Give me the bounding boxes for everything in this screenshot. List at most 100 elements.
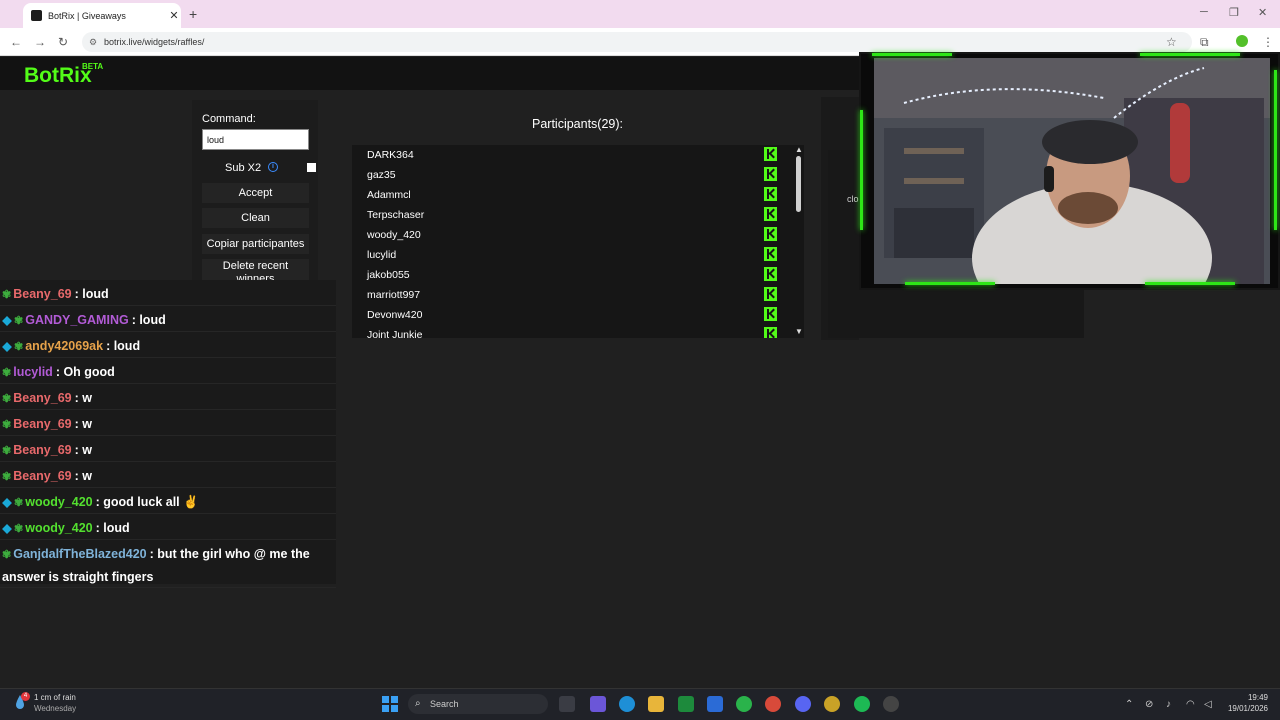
clock-time[interactable]: 19:49 bbox=[1236, 693, 1268, 702]
close-window-icon[interactable]: ✕ bbox=[1258, 6, 1267, 19]
start-windows-icon[interactable] bbox=[382, 696, 398, 712]
site-info-icon[interactable]: ⚙ bbox=[89, 32, 97, 52]
profile-avatar[interactable] bbox=[1236, 35, 1248, 47]
webcam-glow bbox=[860, 110, 863, 230]
new-tab-icon[interactable]: + bbox=[189, 6, 197, 22]
task-view-icon[interactable] bbox=[559, 696, 575, 712]
chat-overlay: ✾ Beany_69: loud ✾ GANDY_GAMING: loud ✾ andy4… bbox=[0, 280, 336, 588]
participant-row: marriott997 bbox=[352, 285, 782, 305]
kick-icon bbox=[764, 227, 777, 241]
leaf-badge-icon: ✾ bbox=[14, 496, 24, 509]
chat-username[interactable]: lucylid bbox=[13, 365, 53, 379]
copilot-icon[interactable] bbox=[590, 696, 606, 712]
clock-date[interactable]: 19/01/2026 bbox=[1222, 704, 1268, 713]
chrome-icon[interactable] bbox=[765, 696, 781, 712]
file-explorer-icon[interactable] bbox=[648, 696, 664, 712]
kick-icon bbox=[764, 247, 777, 261]
minimize-icon[interactable]: ─ bbox=[1200, 6, 1208, 18]
sub-x2-checkbox[interactable] bbox=[307, 163, 316, 172]
screen: BotRix | Giveaways ✕ + ─ ❐ ✕ ← → ↻ ⚙ bot… bbox=[0, 0, 1280, 720]
excel-icon[interactable] bbox=[678, 696, 694, 712]
chat-username[interactable]: Beany_69 bbox=[13, 287, 71, 301]
chat-message: ✾ Beany_69: w bbox=[0, 462, 336, 488]
chat-username[interactable]: Beany_69 bbox=[13, 443, 71, 457]
sub-x2-label: Sub X2 bbox=[225, 162, 262, 174]
weather-text[interactable]: 1 cm of rain bbox=[34, 693, 76, 702]
edge-icon[interactable] bbox=[619, 696, 635, 712]
scroll-down-arrow-icon[interactable]: ▼ bbox=[795, 327, 803, 336]
participant-row: gaz35 bbox=[352, 165, 782, 185]
participant-name: gaz35 bbox=[367, 169, 396, 181]
bookmark-star-icon[interactable]: ☆ bbox=[1166, 35, 1177, 49]
extensions-icon[interactable]: ⧉ bbox=[1200, 35, 1209, 50]
chat-username[interactable]: Beany_69 bbox=[13, 417, 71, 431]
chat-text: : loud bbox=[95, 521, 130, 535]
participant-name: Devonw420 bbox=[367, 309, 423, 321]
chat-username[interactable]: woody_420 bbox=[25, 521, 92, 535]
chat-message: ✾ Beany_69: w bbox=[0, 410, 336, 436]
participant-name: Joint Junkie bbox=[367, 329, 423, 338]
chat-username[interactable]: woody_420 bbox=[25, 495, 92, 509]
leaf-badge-icon: ✾ bbox=[14, 522, 24, 535]
scroll-up-arrow-icon[interactable]: ▲ bbox=[795, 145, 803, 154]
url-field[interactable]: ⚙ botrix.live/widgets/raffles/ bbox=[82, 32, 1192, 52]
tray-overflow-icon[interactable]: ⌃ bbox=[1125, 699, 1133, 710]
command-input[interactable] bbox=[202, 129, 309, 150]
taskbar-search[interactable]: ⌕ Search bbox=[408, 694, 548, 714]
network-icon[interactable]: ⊘ bbox=[1145, 699, 1153, 710]
volume-icon[interactable]: ◁ bbox=[1204, 699, 1212, 710]
app-icon[interactable] bbox=[824, 696, 840, 712]
whatsapp-icon[interactable] bbox=[736, 696, 752, 712]
close-tab-icon[interactable]: ✕ bbox=[167, 9, 181, 22]
chat-message: ✾ Beany_69: w bbox=[0, 384, 336, 410]
participants-title: Participants(29): bbox=[532, 117, 624, 131]
browser-tab[interactable]: BotRix | Giveaways ✕ bbox=[23, 3, 181, 28]
copy-participants-button[interactable]: Copiar participantes bbox=[202, 234, 309, 254]
store-icon[interactable] bbox=[707, 696, 723, 712]
accept-button[interactable]: Accept bbox=[202, 183, 309, 203]
back-icon[interactable]: ← bbox=[10, 35, 22, 49]
participants-list[interactable]: DARK364 gaz35 Adammcl Terpschaser woody_420 l… bbox=[352, 145, 804, 338]
leaf-badge-icon: ✾ bbox=[2, 548, 12, 561]
obs-icon[interactable] bbox=[883, 696, 899, 712]
reload-icon[interactable]: ↻ bbox=[58, 35, 68, 49]
webcam-feed bbox=[874, 58, 1270, 284]
wifi-icon[interactable]: ◠ bbox=[1186, 699, 1195, 710]
leaf-badge-icon: ✾ bbox=[2, 392, 12, 405]
chat-username[interactable]: GanjdalfTheBlazed420 bbox=[13, 547, 146, 561]
chat-username[interactable]: Beany_69 bbox=[13, 469, 71, 483]
chat-text: : w bbox=[74, 391, 92, 405]
chat-message: ✾ Beany_69: loud bbox=[0, 280, 336, 306]
winner-panel-text: clo bbox=[847, 194, 859, 204]
chat-text: : loud bbox=[131, 313, 166, 327]
webcam-glow bbox=[1145, 282, 1235, 285]
participant-name: woody_420 bbox=[367, 229, 421, 241]
menu-icon[interactable]: ⋮ bbox=[1262, 35, 1274, 49]
chat-username[interactable]: GANDY_GAMING bbox=[25, 313, 128, 327]
chat-message: ✾ andy42069ak: loud bbox=[0, 332, 336, 358]
chat-username[interactable]: andy42069ak bbox=[25, 339, 103, 353]
leaf-badge-icon: ✾ bbox=[2, 288, 12, 301]
participant-name: jakob055 bbox=[367, 269, 410, 281]
restore-icon[interactable]: ❐ bbox=[1229, 6, 1239, 19]
microphone-icon[interactable]: ♪ bbox=[1166, 699, 1171, 710]
participant-row: lucylid bbox=[352, 245, 782, 265]
participant-name: DARK364 bbox=[367, 149, 414, 161]
clean-button[interactable]: Clean bbox=[202, 208, 309, 228]
chat-text: : Oh good bbox=[55, 365, 115, 379]
leaf-badge-icon: ✾ bbox=[2, 366, 12, 379]
chat-text: : w bbox=[74, 469, 92, 483]
chat-message: ✾ Beany_69: w bbox=[0, 436, 336, 462]
info-icon[interactable]: i bbox=[268, 162, 278, 172]
taskbar bbox=[0, 688, 1280, 720]
discord-icon[interactable] bbox=[795, 696, 811, 712]
webcam-glow bbox=[1274, 70, 1277, 230]
chat-username[interactable]: Beany_69 bbox=[13, 391, 71, 405]
participant-row: DARK364 bbox=[352, 145, 782, 165]
command-label: Command: bbox=[202, 113, 256, 125]
participants-scrollbar[interactable] bbox=[796, 156, 801, 212]
spotify-icon[interactable] bbox=[854, 696, 870, 712]
forward-icon[interactable]: → bbox=[34, 35, 46, 49]
url-text: botrix.live/widgets/raffles/ bbox=[104, 37, 205, 47]
leaf-badge-icon: ✾ bbox=[14, 314, 24, 327]
